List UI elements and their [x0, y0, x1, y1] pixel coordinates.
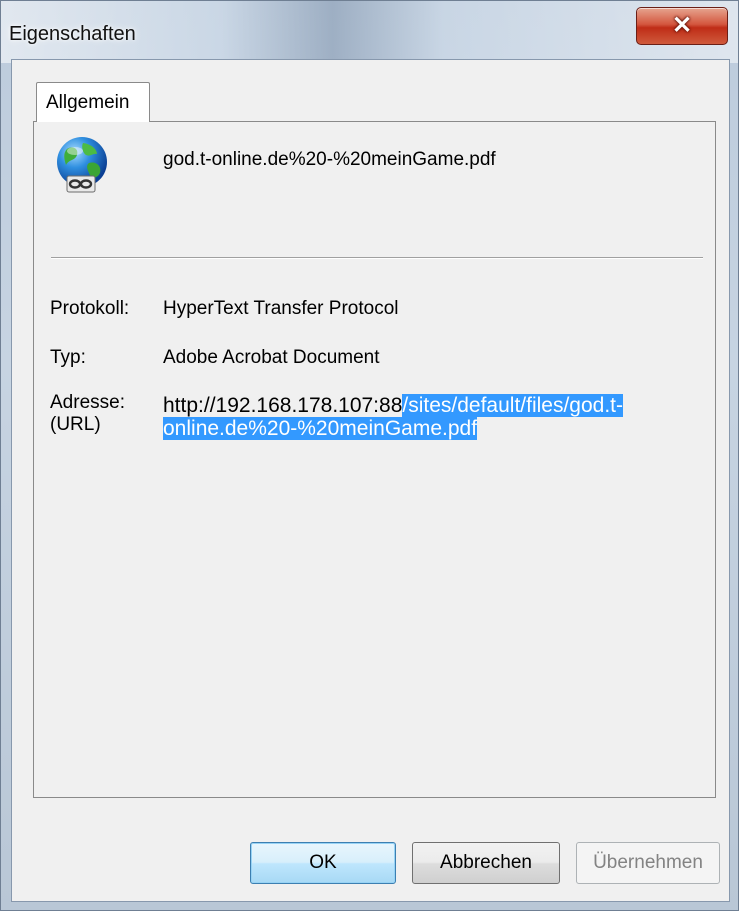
- close-button[interactable]: ✕: [636, 7, 728, 45]
- protocol-value: HyperText Transfer Protocol: [163, 298, 399, 319]
- tab-allgemein[interactable]: Allgemein: [36, 82, 150, 122]
- apply-button[interactable]: Übernehmen: [576, 842, 720, 884]
- file-name: god.t-online.de%20-%20meinGame.pdf: [163, 149, 496, 170]
- address-url-field[interactable]: http://192.168.178.107:88/sites/default/…: [163, 394, 683, 440]
- protocol-label: Protokoll:: [50, 298, 130, 319]
- close-icon: ✕: [671, 12, 693, 39]
- address-label-line2: (URL): [50, 414, 101, 435]
- type-label: Typ:: [50, 347, 86, 368]
- internet-shortcut-globe-icon: [57, 137, 107, 193]
- address-url-unselected: http://192.168.178.107:88: [163, 394, 403, 417]
- tab-panel-allgemein: god.t-online.de%20-%20meinGame.pdf Proto…: [33, 121, 716, 798]
- separator: [51, 257, 703, 259]
- cancel-button[interactable]: Abbrechen: [412, 842, 560, 884]
- address-label: Adresse: (URL): [50, 392, 125, 436]
- dialog-window: Eigenschaften ✕ Allgemein god.t-online.d…: [0, 0, 739, 911]
- type-value: Adobe Acrobat Document: [163, 347, 380, 368]
- ok-button[interactable]: OK: [250, 842, 396, 884]
- dialog-client-area: Allgemein god.t-online.de%20-%20meinGame…: [11, 59, 730, 902]
- window-title: Eigenschaften: [9, 23, 136, 45]
- address-label-line1: Adresse:: [50, 392, 125, 413]
